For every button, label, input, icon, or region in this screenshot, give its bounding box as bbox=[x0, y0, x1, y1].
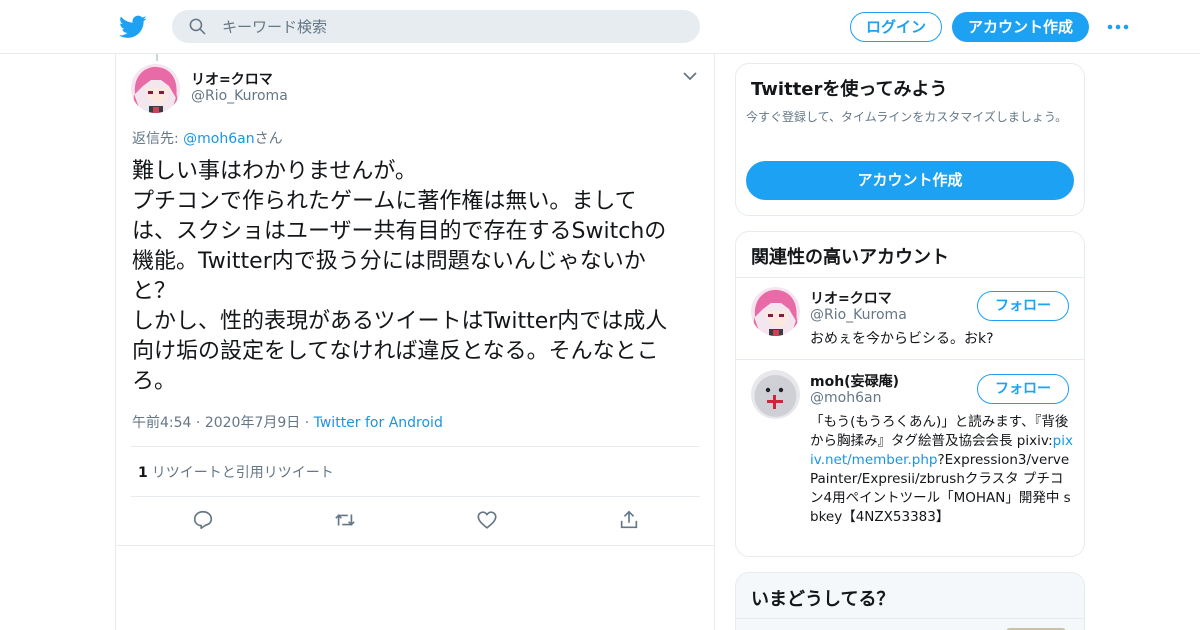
tweet-text: 難しい事はわかりませんが。 プチコンで作られたゲームに著作権は無い。まして は、… bbox=[132, 159, 668, 394]
account-name[interactable]: リオ=クロマ bbox=[810, 288, 892, 308]
author-name[interactable]: リオ=クロマ bbox=[191, 69, 273, 89]
share-icon[interactable] bbox=[618, 509, 640, 531]
thread-connector bbox=[156, 54, 158, 61]
tweet-detail: リオ=クロマ @Rio_Kuroma 返信先: @moh6anさん 難しい事はわ… bbox=[115, 54, 715, 630]
twitter-bird-icon[interactable] bbox=[119, 13, 147, 41]
account-bio: 「もう(もうろくあん)」と読みます、『背後から胸揉み』タグ絵普及協会会長 pix… bbox=[810, 413, 1074, 527]
reply-to-line: 返信先: @moh6anさん bbox=[132, 128, 283, 148]
account-name[interactable]: moh(妄碌庵) bbox=[810, 371, 899, 391]
related-accounts-title: 関連性の高いアカウント bbox=[751, 247, 949, 268]
login-button[interactable]: ログイン bbox=[850, 12, 942, 42]
tweet-source[interactable]: Twitter for Android bbox=[314, 415, 443, 431]
more-dots-icon[interactable] bbox=[1106, 18, 1130, 36]
reply-prefix: 返信先: bbox=[132, 131, 184, 147]
avatar[interactable] bbox=[751, 287, 800, 336]
signup-card: Twitterを使ってみよう 今すぐ登録して、タイムラインをカスタマイズしましょ… bbox=[735, 63, 1085, 216]
retweet-label: リツイートと引用リツイート bbox=[151, 465, 334, 481]
divider bbox=[736, 618, 1084, 619]
signup-card-description: 今すぐ登録して、タイムラインをカスタマイズしましょう。 bbox=[746, 110, 1068, 124]
divider bbox=[131, 446, 700, 447]
retweet-count: 1 bbox=[138, 465, 148, 481]
tweet-date[interactable]: 2020年7月9日 bbox=[205, 415, 300, 431]
signup-button[interactable]: アカウント作成 bbox=[952, 12, 1089, 42]
related-accounts-card: 関連性の高いアカウント リオ=クロマ @Rio_Kuroma フォロー おめぇを… bbox=[735, 231, 1085, 557]
trends-card: いまどうしてる？ bbox=[735, 572, 1085, 630]
retweet-stats[interactable]: 1 リツイートと引用リツイート bbox=[138, 462, 334, 482]
avatar[interactable] bbox=[131, 64, 180, 113]
avatar[interactable] bbox=[751, 370, 800, 419]
meta-separator: · bbox=[304, 415, 314, 431]
search-input[interactable] bbox=[222, 10, 682, 43]
divider bbox=[736, 277, 1084, 278]
account-handle[interactable]: @Rio_Kuroma bbox=[810, 307, 907, 323]
reply-suffix: さん bbox=[254, 131, 283, 147]
like-icon[interactable] bbox=[476, 509, 498, 531]
account-bio: おめぇを今からビシる。おk? bbox=[810, 331, 994, 347]
account-handle[interactable]: @moh6an bbox=[810, 390, 881, 406]
meta-separator: · bbox=[195, 415, 205, 431]
divider bbox=[116, 545, 714, 546]
signup-card-title: Twitterを使ってみよう bbox=[751, 79, 948, 100]
reply-icon[interactable] bbox=[192, 509, 214, 531]
search-box[interactable] bbox=[172, 10, 700, 43]
reply-to-link[interactable]: @moh6an bbox=[183, 131, 254, 147]
top-bar: ログイン アカウント作成 bbox=[0, 0, 1200, 54]
follow-button[interactable]: フォロー bbox=[977, 291, 1069, 321]
trends-card-title: いまどうしてる？ bbox=[751, 589, 895, 610]
signup-card-button[interactable]: アカウント作成 bbox=[746, 161, 1074, 200]
follow-button[interactable]: フォロー bbox=[977, 374, 1069, 404]
tweet-meta: 午前4:54 · 2020年7月9日 · Twitter for Android bbox=[132, 412, 443, 432]
divider bbox=[736, 359, 1084, 360]
tweet-time[interactable]: 午前4:54 bbox=[132, 415, 191, 431]
bio-text: 「もう(もうろくあん)」と読みます、『背後から胸揉み』タグ絵普及協会会長 pix… bbox=[810, 414, 1069, 449]
retweet-icon[interactable] bbox=[334, 509, 356, 531]
divider bbox=[131, 496, 700, 497]
search-icon bbox=[189, 18, 206, 35]
chevron-down-icon[interactable] bbox=[682, 70, 698, 82]
author-handle[interactable]: @Rio_Kuroma bbox=[191, 88, 288, 104]
